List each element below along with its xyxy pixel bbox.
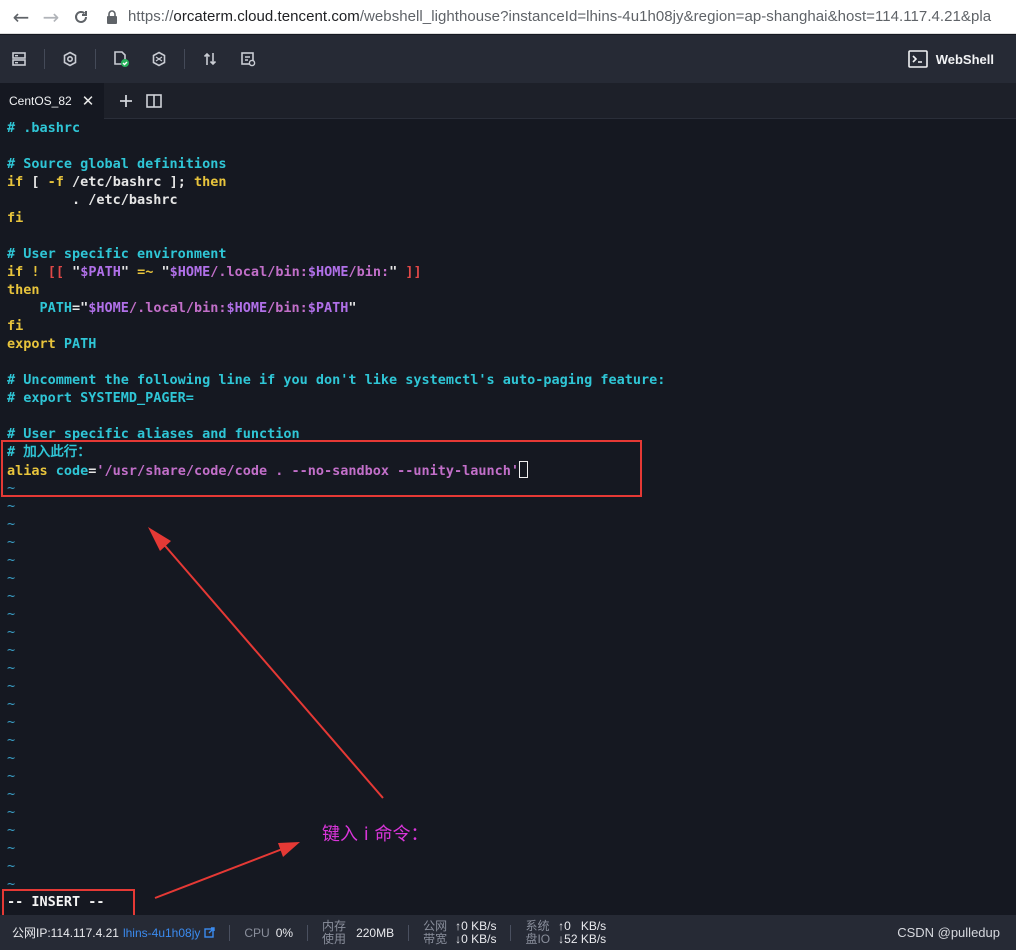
tab-centos[interactable]: CentOS_82 ✕ xyxy=(0,82,105,119)
app-toolbar: WebShell xyxy=(0,35,1016,83)
empty-line-tilde: ~ xyxy=(7,534,16,550)
empty-line-tilde: ~ xyxy=(7,588,16,604)
reload-icon[interactable] xyxy=(66,2,96,32)
status-divider xyxy=(510,924,512,941)
empty-line-tilde: ~ xyxy=(7,822,16,838)
public-ip: 公网IP:114.117.4.21 xyxy=(12,926,119,940)
history-icon[interactable] xyxy=(229,35,267,83)
status-bar: 公网IP:114.117.4.21 lhins-4u1h08jy CPU 0% … xyxy=(0,915,1016,950)
webshell-button[interactable]: WebShell xyxy=(907,50,994,68)
toolbar-divider xyxy=(95,49,96,69)
empty-line-tilde: ~ xyxy=(7,498,16,514)
memory-value: 220MB xyxy=(356,925,395,940)
empty-line-tilde: ~ xyxy=(7,768,16,784)
browser-address-bar: ← → https://orcaterm.cloud.tencent.com/w… xyxy=(0,0,1016,34)
empty-line-tilde: ~ xyxy=(7,786,16,802)
file-check-icon[interactable] xyxy=(102,35,140,83)
webshell-label: WebShell xyxy=(935,51,994,67)
instruction-label: 键入 i 命令： xyxy=(322,824,429,845)
empty-line-tilde: ~ xyxy=(7,750,16,766)
cpu-value: 0% xyxy=(275,925,294,940)
empty-line-tilde: ~ xyxy=(7,660,16,676)
add-tab-icon[interactable] xyxy=(112,83,140,119)
empty-line-tilde: ~ xyxy=(7,858,16,874)
transfer-icon[interactable] xyxy=(191,35,229,83)
close-icon[interactable]: ✕ xyxy=(82,92,95,110)
terminal-line: # export SYSTEMD_PAGER= xyxy=(7,390,194,406)
status-divider xyxy=(408,924,410,941)
empty-line-tilde: ~ xyxy=(7,570,16,586)
forward-arrow-icon[interactable]: → xyxy=(36,2,66,32)
url-field[interactable]: https://orcaterm.cloud.tencent.com/websh… xyxy=(104,2,1016,32)
empty-line-tilde: ~ xyxy=(7,552,16,568)
settings-icon[interactable] xyxy=(51,35,89,83)
terminal-line: PATH="$HOME/.local/bin:$HOME/bin:$PATH" xyxy=(7,300,357,316)
terminal-output[interactable]: # .bashrc # Source global definitions if [… xyxy=(0,119,1016,915)
empty-line-tilde: ~ xyxy=(7,642,16,658)
cpu-label: CPU xyxy=(244,925,270,940)
empty-line-tilde: ~ xyxy=(7,732,16,748)
instance-id: lhins-4u1h08jy xyxy=(122,925,201,940)
empty-line-tilde: ~ xyxy=(7,714,16,730)
vim-mode-indicator: -- INSERT -- xyxy=(7,894,105,910)
command-icon[interactable] xyxy=(140,35,178,83)
split-view-icon[interactable] xyxy=(140,83,168,119)
empty-line-tilde: ~ xyxy=(7,840,16,856)
disk-io-label: 系统 盘IO xyxy=(525,918,551,946)
empty-line-tilde: ~ xyxy=(7,804,16,820)
terminal-line: # User specific environment xyxy=(7,246,227,262)
terminal-icon xyxy=(907,50,928,68)
lock-icon xyxy=(104,9,120,25)
disk-io-values: ↑0 KB/s ↓52 KB/s xyxy=(558,918,607,946)
network-values: ↑0 KB/s ↓0 KB/s xyxy=(455,918,497,946)
url-text: https://orcaterm.cloud.tencent.com/websh… xyxy=(128,8,992,25)
terminal-line: # .bashrc xyxy=(7,120,81,136)
terminal-line: if [ -f /etc/bashrc ]; then xyxy=(7,174,227,190)
terminal-line: # Uncomment the following line if you do… xyxy=(7,372,666,388)
back-arrow-icon[interactable]: ← xyxy=(6,2,36,32)
empty-line-tilde: ~ xyxy=(7,606,16,622)
external-link-icon xyxy=(204,927,216,938)
instance-link[interactable]: lhins-4u1h08jy xyxy=(122,925,216,940)
empty-line-tilde: ~ xyxy=(7,876,16,892)
server-list-icon[interactable] xyxy=(0,35,38,83)
network-label: 公网 带宽 xyxy=(423,918,448,946)
terminal-line: . /etc/bashrc xyxy=(7,192,178,208)
highlight-box-alias xyxy=(1,440,642,497)
terminal-line: # Source global definitions xyxy=(7,156,227,172)
terminal-line: if ! [[ "$PATH" =~ "$HOME/.local/bin:$HO… xyxy=(7,264,422,280)
toolbar-divider xyxy=(44,49,45,69)
terminal-line: fi xyxy=(7,210,24,226)
memory-label: 内存 使用 xyxy=(322,918,347,946)
credit-watermark: CSDN @pulledup xyxy=(897,925,1000,940)
tab-strip: CentOS_82 ✕ xyxy=(0,82,1016,119)
toolbar-divider xyxy=(184,49,185,69)
terminal-line: then xyxy=(7,282,40,298)
empty-line-tilde: ~ xyxy=(7,624,16,640)
tab-label: CentOS_82 xyxy=(9,93,72,108)
status-divider xyxy=(229,924,231,941)
empty-line-tilde: ~ xyxy=(7,696,16,712)
terminal-line: fi xyxy=(7,318,24,334)
terminal-line: export PATH xyxy=(7,336,97,352)
highlight-box-insert xyxy=(2,889,135,917)
status-divider xyxy=(307,924,309,941)
empty-line-tilde: ~ xyxy=(7,516,16,532)
empty-line-tilde: ~ xyxy=(7,678,16,694)
